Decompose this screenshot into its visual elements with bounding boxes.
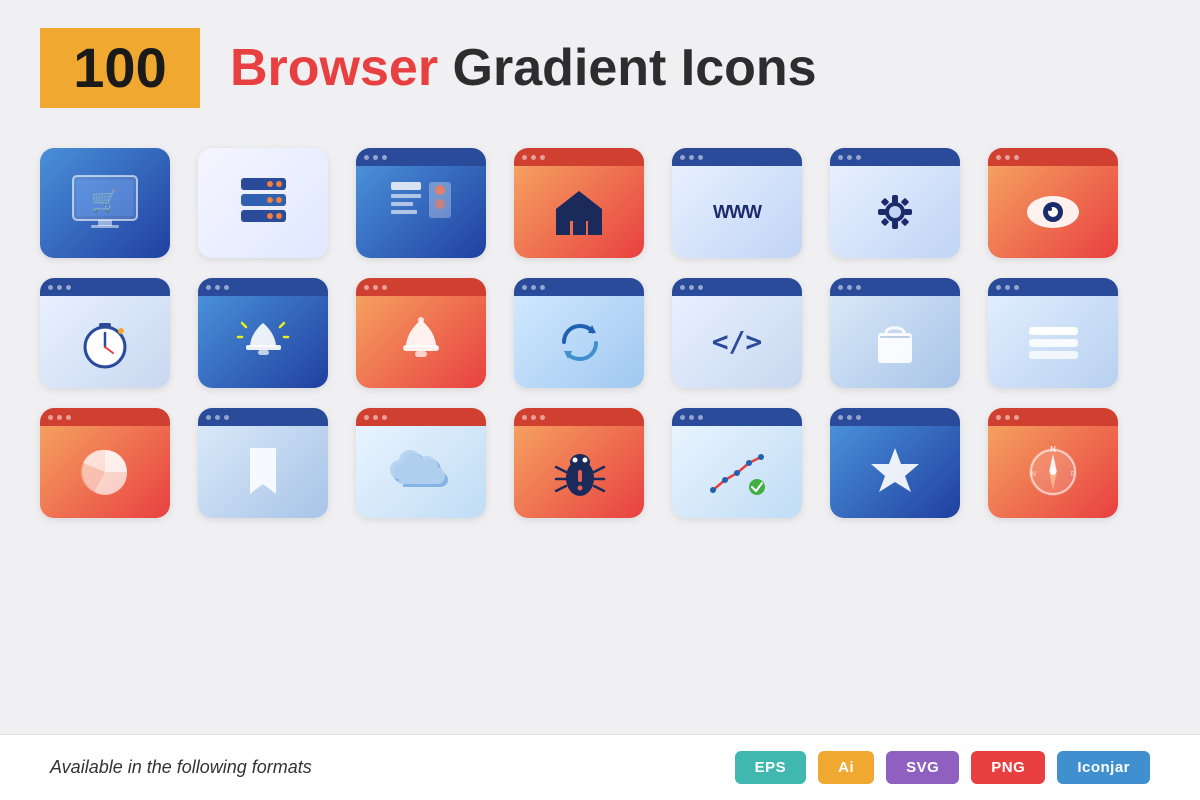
icon-www: WWW — [672, 148, 802, 258]
icon-code: </> — [672, 278, 802, 388]
icon-analytics — [672, 408, 802, 518]
icon-notification — [356, 278, 486, 388]
code-icon: </> — [707, 317, 767, 367]
chart-icon — [705, 445, 770, 500]
cloud-icon — [389, 447, 454, 497]
title-rest: Gradient Icons — [438, 39, 817, 97]
format-badges: EPS Ai SVG PNG Iconjar — [735, 751, 1150, 784]
icon-settings — [830, 148, 960, 258]
icons-row-2: </> — [40, 268, 1160, 398]
header: 100 Browser Gradient Icons — [0, 0, 1200, 128]
server-icon — [226, 168, 301, 238]
compass-icon: N E W — [1023, 442, 1083, 502]
icon-star — [830, 408, 960, 518]
svg-text:</>: </> — [712, 325, 763, 358]
timer-icon — [79, 315, 131, 370]
icon-shopping-bag — [830, 278, 960, 388]
icon-dashboard — [356, 148, 486, 258]
main-container: 100 Browser Gradient Icons 🛒 — [0, 0, 1200, 800]
icon-menu — [988, 278, 1118, 388]
icon-cloud — [356, 408, 486, 518]
bag-icon — [870, 313, 920, 371]
eye-icon — [1023, 190, 1083, 235]
lines-icon — [1021, 317, 1086, 367]
pie-icon — [76, 443, 134, 501]
number-badge: 100 — [40, 28, 200, 108]
icon-bookmark — [198, 408, 328, 518]
icon-server — [198, 148, 328, 258]
icon-eye — [988, 148, 1118, 258]
bell-icon — [396, 315, 446, 370]
icon-refresh — [514, 278, 644, 388]
home-icon — [552, 185, 607, 240]
icons-row-1: 🛒 — [40, 138, 1160, 268]
gear-icon — [870, 187, 920, 237]
refresh-icon — [552, 315, 607, 370]
svg-text:N: N — [1050, 445, 1056, 454]
page-title: Browser Gradient Icons — [230, 38, 817, 98]
number-text: 100 — [73, 36, 166, 99]
format-eps[interactable]: EPS — [735, 751, 807, 784]
format-svg[interactable]: SVG — [886, 751, 959, 784]
bookmark-icon — [238, 442, 288, 502]
format-ai[interactable]: Ai — [818, 751, 874, 784]
icons-row-3: N E W — [40, 398, 1160, 528]
svg-text:E: E — [1071, 471, 1076, 478]
cart-icon: 🛒 — [65, 168, 145, 238]
icon-bug — [514, 408, 644, 518]
alarm-icon — [236, 315, 291, 370]
svg-text:W: W — [1030, 471, 1037, 478]
icon-pie-chart — [40, 408, 170, 518]
icon-compass: N E W — [988, 408, 1118, 518]
format-iconjar[interactable]: Iconjar — [1057, 751, 1150, 784]
bug-icon — [552, 442, 607, 502]
icons-section: 🛒 — [0, 128, 1200, 734]
dashboard-icon — [385, 178, 457, 246]
footer-text: Available in the following formats — [50, 757, 312, 778]
icon-cart: 🛒 — [40, 148, 170, 258]
star-icon — [865, 442, 925, 502]
footer: Available in the following formats EPS A… — [0, 734, 1200, 800]
icon-home — [514, 148, 644, 258]
svg-text:🛒: 🛒 — [91, 188, 118, 213]
title-browser: Browser — [230, 39, 438, 97]
icon-timer — [40, 278, 170, 388]
icon-alarm — [198, 278, 328, 388]
format-png[interactable]: PNG — [971, 751, 1045, 784]
